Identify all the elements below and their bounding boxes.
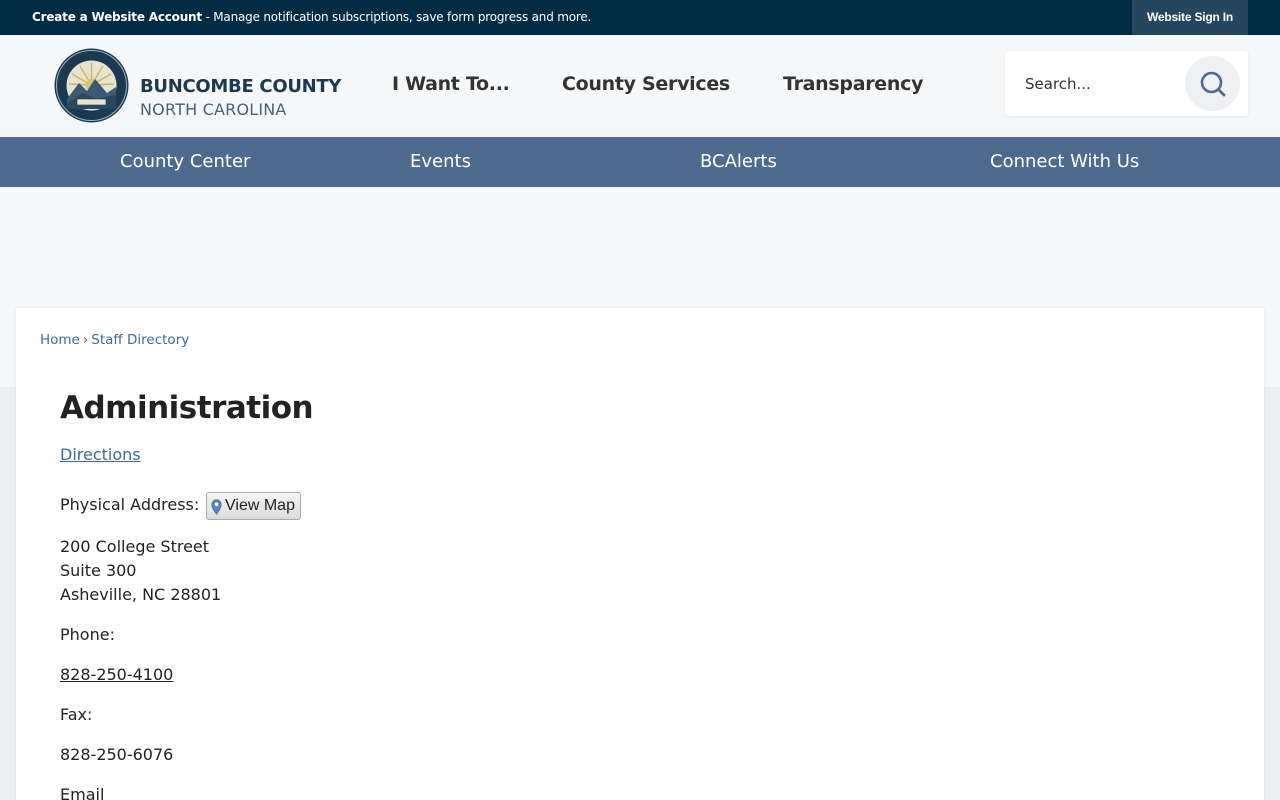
- phone-label: Phone:: [60, 625, 115, 644]
- subnav-bcalerts[interactable]: BCAlerts: [700, 137, 777, 187]
- fax-label: Fax:: [60, 705, 93, 724]
- breadcrumb-staff-directory[interactable]: Staff Directory: [91, 332, 189, 348]
- search-icon: [1200, 71, 1226, 97]
- site-header: BUNCOMBE COUNTY NORTH CAROLINA I Want To…: [0, 35, 1280, 137]
- subnav-events[interactable]: Events: [410, 137, 471, 187]
- nav-county-services[interactable]: County Services: [562, 73, 730, 103]
- breadcrumb: Home › Staff Directory: [40, 332, 189, 348]
- map-pin-icon: [211, 499, 222, 515]
- search-button[interactable]: [1185, 56, 1240, 111]
- search-box: [1005, 51, 1248, 116]
- subnav-connect-with-us[interactable]: Connect With Us: [990, 137, 1139, 187]
- breadcrumb-home[interactable]: Home: [40, 332, 80, 348]
- address-line-2: Suite 300: [60, 561, 137, 580]
- county-name: BUNCOMBE COUNTY: [140, 76, 342, 97]
- subnav-county-center[interactable]: County Center: [120, 137, 250, 187]
- view-map-label: View Map: [225, 497, 295, 514]
- email-link[interactable]: Email: [60, 785, 104, 800]
- county-logo[interactable]: BUNCOMBE COUNTY NORTH CAROLINA: [53, 47, 353, 125]
- fax-value: 828-250-6076: [60, 745, 174, 764]
- website-sign-in-button[interactable]: Website Sign In: [1132, 0, 1248, 35]
- create-account-banner[interactable]: Create a Website Account - Manage notifi…: [32, 0, 591, 35]
- address-line-1: 200 College Street: [60, 537, 210, 556]
- state-name: NORTH CAROLINA: [140, 100, 287, 119]
- create-account-desc: - Manage notification subscriptions, sav…: [201, 10, 592, 24]
- search-input[interactable]: [1025, 71, 1185, 97]
- breadcrumb-separator: ›: [82, 332, 89, 348]
- top-bar: Create a Website Account - Manage notifi…: [0, 0, 1280, 35]
- nav-transparency[interactable]: Transparency: [783, 73, 923, 103]
- page-title: Administration: [60, 390, 314, 426]
- create-account-link[interactable]: Create a Website Account: [32, 10, 202, 24]
- phone-link[interactable]: 828-250-4100: [60, 665, 173, 684]
- view-map-button[interactable]: View Map: [206, 492, 301, 520]
- physical-address-label: Physical Address:: [60, 495, 200, 514]
- nav-i-want-to[interactable]: I Want To...: [392, 73, 510, 103]
- secondary-nav: County Center Events BCAlerts Connect Wi…: [0, 137, 1280, 187]
- directions-link[interactable]: Directions: [60, 445, 141, 464]
- county-seal-icon: [54, 48, 129, 123]
- address-line-3: Asheville, NC 28801: [60, 585, 222, 604]
